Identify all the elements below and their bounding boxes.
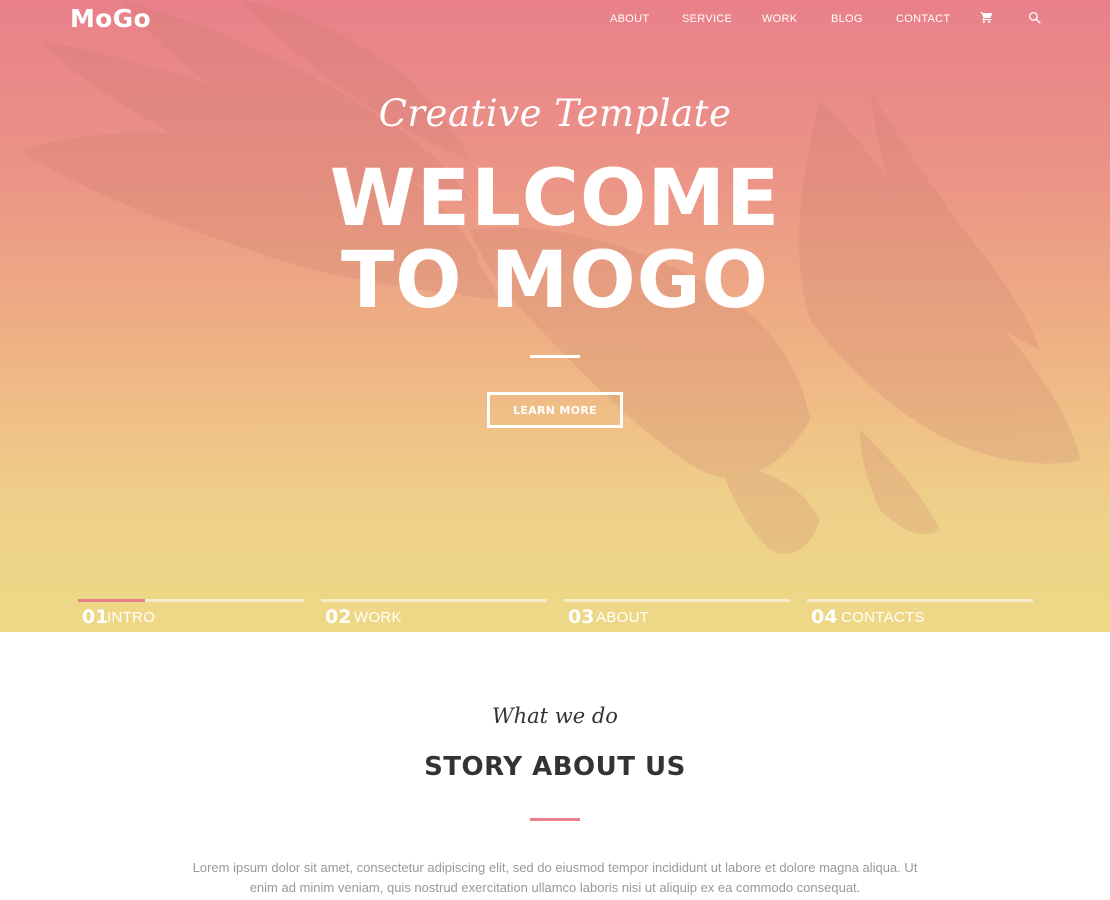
hero-divider [530,355,580,358]
main-nav: ABOUT SERVICE WORK BLOG CONTACT [0,11,1110,29]
slider-tab-progress [78,599,145,602]
slider-tab-label: ABOUT [596,609,650,626]
slider-tab-bar [321,599,547,602]
about-divider [530,818,580,821]
nav-contact[interactable]: CONTACT [896,13,950,25]
nav-about[interactable]: ABOUT [610,13,649,25]
slider-tab-intro[interactable]: 01 INTRO [78,599,304,632]
slider-tab-bar [807,599,1033,602]
learn-more-button[interactable]: LEARN MORE [487,392,623,428]
nav-service[interactable]: SERVICE [682,13,732,25]
hero-title-line-2: TO MOGO [341,236,769,326]
site-header: MoGo ABOUT SERVICE WORK BLOG CONTACT [0,0,1110,40]
cart-icon[interactable] [980,11,993,24]
about-title: STORY ABOUT US [424,752,686,782]
slider-tab-number: 01 [82,606,109,628]
nav-blog[interactable]: BLOG [831,13,863,25]
slider-tab-number: 04 [811,606,838,628]
slider-tab-contacts[interactable]: 04 CONTACTS [807,599,1033,632]
slider-tab-label: INTRO [107,609,156,626]
hero-section: MoGo ABOUT SERVICE WORK BLOG CONTACT Cre… [0,0,1110,632]
slider-tab-work[interactable]: 02 WORK [321,599,547,632]
search-icon[interactable] [1028,11,1041,24]
slider-tab-about[interactable]: 03 ABOUT [564,599,790,632]
hero-subtitle: Creative Template [378,92,732,135]
hero-title: WELCOME TO MOGO [0,158,1110,322]
slider-tab-label: CONTACTS [841,609,925,626]
about-text: Lorem ipsum dolor sit amet, consectetur … [192,860,918,895]
hero-title-line-1: WELCOME [329,154,781,244]
nav-work[interactable]: WORK [762,13,797,25]
slider-tab-number: 03 [568,606,595,628]
slider-tab-label: WORK [354,609,402,626]
slider-tab-number: 02 [325,606,352,628]
about-kicker: What we do [492,704,618,728]
slider-tab-bar [564,599,790,602]
